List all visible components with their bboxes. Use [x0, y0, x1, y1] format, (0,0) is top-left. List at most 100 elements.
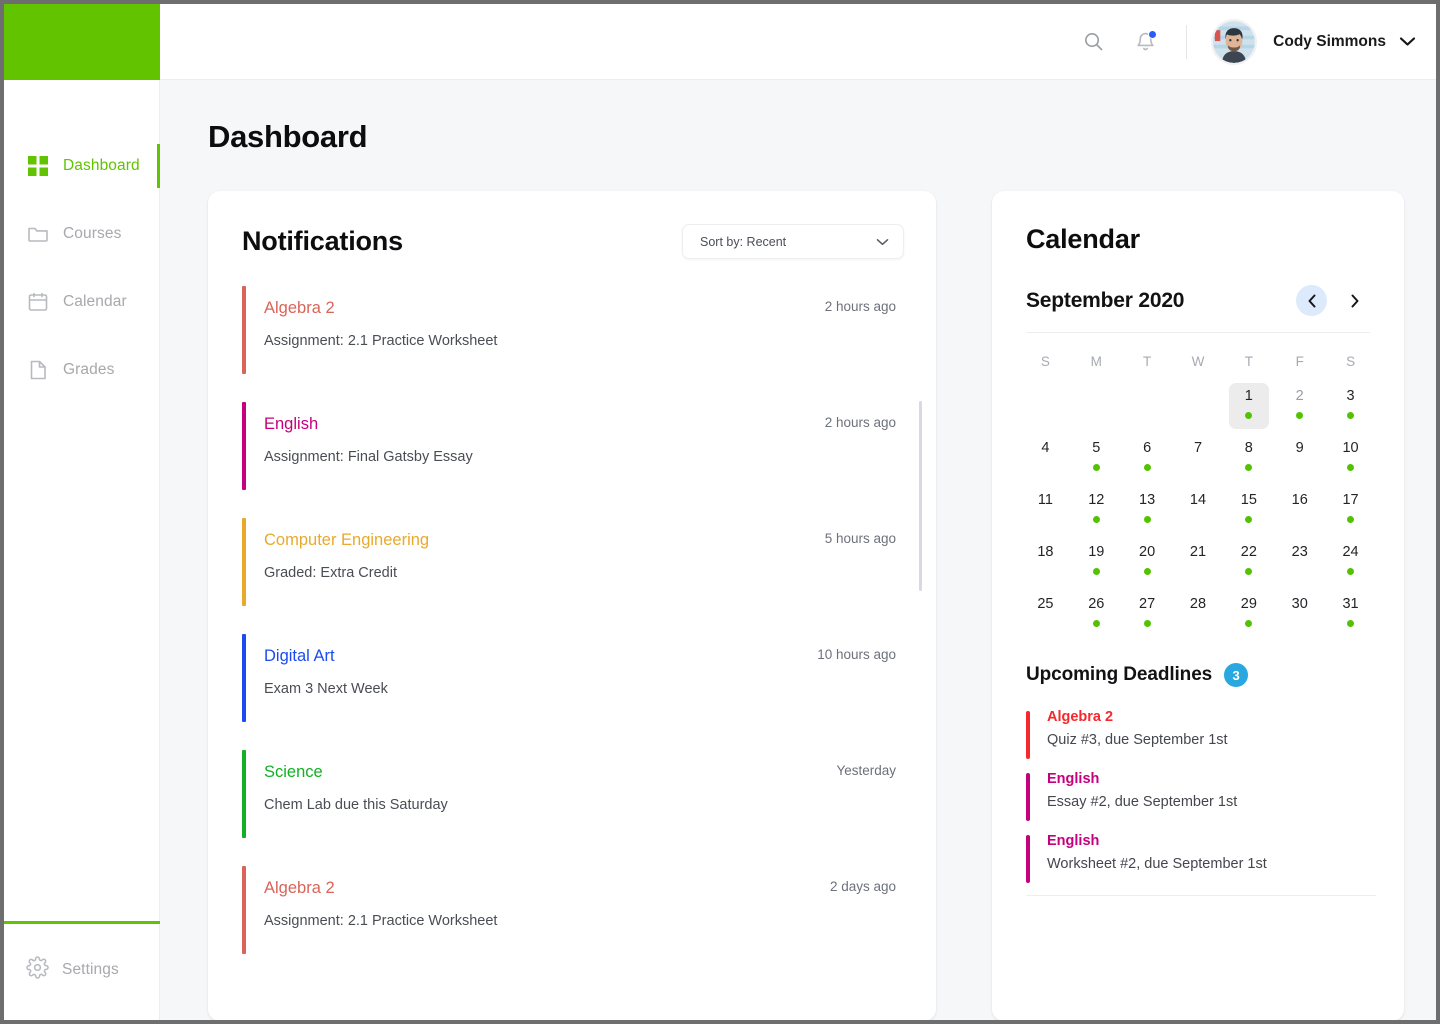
sidebar-item-dashboard[interactable]: Dashboard — [4, 132, 160, 200]
notification-course: Digital Art — [264, 647, 335, 665]
sort-by-select[interactable]: Sort by: Recent — [682, 224, 904, 259]
panels: Notifications Sort by: Recent Algebra 2 2… — [208, 191, 1404, 1020]
calendar-day-cell[interactable]: 27 — [1122, 591, 1173, 643]
calendar-day-cell[interactable]: 30 — [1274, 591, 1325, 643]
search-icon[interactable] — [1076, 25, 1110, 59]
main-area: Cody Simmons Dashboard Notifications Sor… — [160, 4, 1436, 1020]
calendar-day-cell[interactable]: 20 — [1122, 539, 1173, 591]
chevron-left-icon[interactable] — [1296, 285, 1327, 316]
deadline-accent-bar — [1026, 835, 1030, 883]
deadline-accent-bar — [1026, 711, 1030, 759]
sidebar-item-settings[interactable]: Settings — [4, 946, 160, 994]
notification-description: Chem Lab due this Saturday — [264, 797, 448, 813]
calendar-day-cell[interactable]: 4 — [1020, 435, 1071, 487]
app-logo[interactable] — [4, 4, 160, 80]
calendar-day-inner: 24 — [1331, 539, 1371, 585]
calendar-day-cell[interactable]: 26 — [1071, 591, 1122, 643]
calendar-day-cell[interactable]: 15 — [1223, 487, 1274, 539]
bell-icon[interactable] — [1128, 25, 1162, 59]
calendar-empty-cell — [1020, 383, 1071, 435]
topbar: Cody Simmons — [160, 4, 1436, 80]
notification-item[interactable]: Computer Engineering 5 hours ago Graded: E… — [242, 518, 896, 616]
chevron-right-icon[interactable] — [1339, 285, 1370, 316]
calendar-weekday: S — [1346, 354, 1356, 369]
notification-dot — [1148, 29, 1158, 39]
notification-item[interactable]: Science Yesterday Chem Lab due this Saturd… — [242, 750, 896, 848]
calendar-day-cell[interactable]: 5 — [1071, 435, 1122, 487]
calendar-week-row: 25 26 27 28 29 30 31 — [1020, 591, 1376, 643]
calendar-day-number: 9 — [1295, 440, 1304, 456]
calendar-day-inner: 7 — [1178, 435, 1218, 481]
calendar-day-number: 20 — [1139, 544, 1156, 560]
calendar-event-dot — [1347, 620, 1355, 627]
calendar-event-dot — [1092, 620, 1100, 627]
calendar-day-cell[interactable]: 17 — [1325, 487, 1376, 539]
calendar-day-cell[interactable]: 11 — [1020, 487, 1071, 539]
deadline-item[interactable]: English Worksheet #2, due September 1st — [1026, 833, 1376, 883]
calendar-day-number: 8 — [1244, 440, 1253, 456]
calendar-day-cell[interactable]: 16 — [1274, 487, 1325, 539]
calendar-card: Calendar September 2020 S M T W T F S 1 … — [992, 191, 1404, 1020]
sidebar-item-calendar[interactable]: Calendar — [4, 268, 159, 336]
calendar-day-cell[interactable]: 29 — [1223, 591, 1274, 643]
avatar[interactable] — [1211, 18, 1258, 65]
chevron-down-icon[interactable] — [1399, 36, 1416, 47]
calendar-day-cell[interactable]: 24 — [1325, 539, 1376, 591]
calendar-day-number: 30 — [1291, 596, 1308, 612]
calendar-event-dot — [1296, 412, 1304, 419]
calendar-day-inner: 17 — [1331, 487, 1371, 533]
calendar-day-cell[interactable]: 2 — [1274, 383, 1325, 435]
calendar-day-cell[interactable]: 6 — [1122, 435, 1173, 487]
calendar-month-label: September 2020 — [1026, 288, 1185, 312]
calendar-day-cell[interactable]: 18 — [1020, 539, 1071, 591]
calendar-day-cell[interactable]: 7 — [1173, 435, 1224, 487]
notification-item[interactable]: English 2 hours ago Assignment: Final Gats… — [242, 402, 896, 500]
calendar-day-inner: 15 — [1229, 487, 1269, 533]
notification-item[interactable]: Algebra 2 2 days ago Assignment: 2.1 Pract… — [242, 866, 896, 964]
calendar-day-cell[interactable]: 1 — [1223, 383, 1274, 435]
grid-icon — [26, 154, 50, 178]
calendar-day-cell[interactable]: 23 — [1274, 539, 1325, 591]
deadline-item[interactable]: Algebra 2 Quiz #3, due September 1st — [1026, 709, 1376, 759]
notifications-scrollbar[interactable] — [919, 401, 922, 591]
calendar-day-number: 21 — [1189, 544, 1207, 560]
calendar-day-cell[interactable]: 9 — [1274, 435, 1325, 487]
notification-time: 5 hours ago — [824, 531, 896, 546]
calendar-day-number: 17 — [1342, 492, 1359, 508]
calendar-event-dot — [1143, 464, 1151, 471]
calendar-day-inner: 20 — [1127, 539, 1167, 585]
sidebar-item-courses[interactable]: Courses — [4, 200, 159, 268]
calendar-day-inner: 16 — [1280, 487, 1320, 533]
notification-item[interactable]: Algebra 2 2 hours ago Assignment: 2.1 Prac… — [242, 286, 896, 384]
calendar-day-cell[interactable]: 25 — [1020, 591, 1071, 643]
calendar-icon — [26, 290, 50, 314]
notification-item[interactable]: Digital Art 10 hours ago Exam 3 Next Week — [242, 634, 896, 732]
notification-time: 10 hours ago — [817, 647, 896, 662]
calendar-day-cell[interactable]: 12 — [1071, 487, 1122, 539]
sidebar-item-label: Calendar — [63, 293, 127, 310]
calendar-day-number: 14 — [1189, 492, 1207, 508]
deadline-accent-bar — [1026, 773, 1030, 821]
notification-course: Science — [264, 763, 323, 781]
calendar-day-cell[interactable]: 22 — [1223, 539, 1274, 591]
calendar-day-inner: 14 — [1178, 487, 1218, 533]
calendar-day-number: 29 — [1240, 596, 1257, 612]
calendar-day-inner: 19 — [1076, 539, 1116, 585]
calendar-day-inner: 31 — [1331, 591, 1371, 637]
sidebar-nav: Dashboard Courses Calendar Grades — [4, 80, 160, 404]
calendar-day-cell[interactable]: 21 — [1173, 539, 1224, 591]
calendar-day-cell[interactable]: 19 — [1071, 539, 1122, 591]
calendar-day-cell[interactable]: 31 — [1325, 591, 1376, 643]
notifications-title: Notifications — [242, 226, 403, 256]
calendar-day-cell[interactable]: 13 — [1122, 487, 1173, 539]
calendar-day-cell[interactable]: 10 — [1325, 435, 1376, 487]
calendar-day-number: 11 — [1037, 492, 1053, 508]
sidebar-item-grades[interactable]: Grades — [4, 336, 159, 404]
topbar-divider — [1186, 24, 1188, 59]
calendar-day-cell[interactable]: 3 — [1325, 383, 1376, 435]
calendar-day-cell[interactable]: 14 — [1173, 487, 1224, 539]
notification-description: Graded: Extra Credit — [264, 565, 397, 581]
calendar-day-cell[interactable]: 8 — [1223, 435, 1274, 487]
calendar-day-cell[interactable]: 28 — [1173, 591, 1224, 643]
deadline-item[interactable]: English Essay #2, due September 1st — [1026, 771, 1376, 821]
